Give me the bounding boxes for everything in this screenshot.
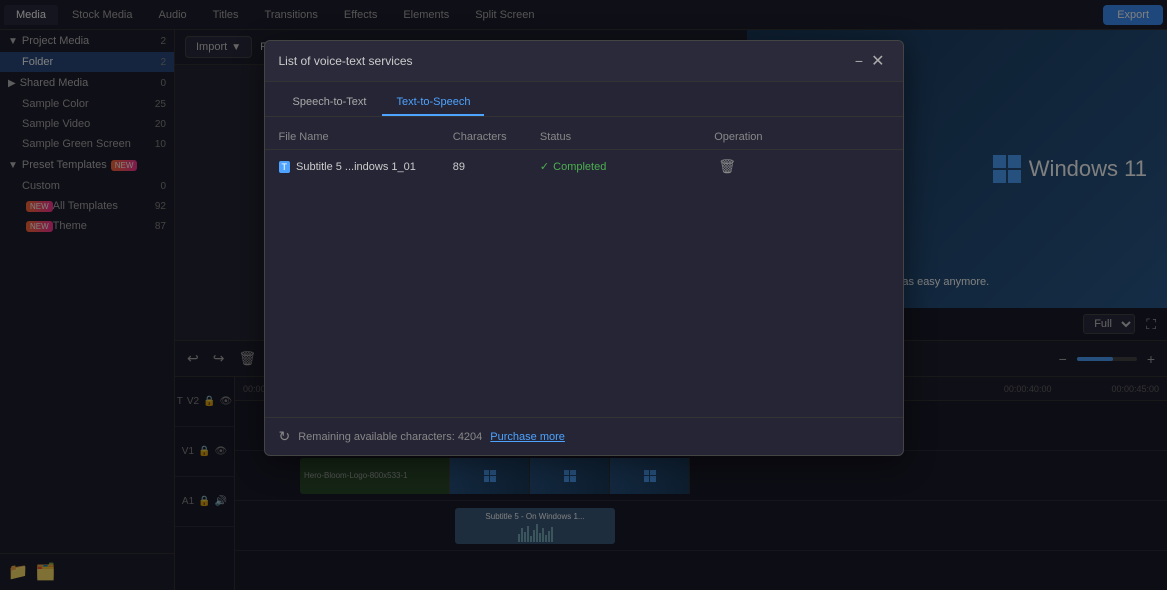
dialog-content: File Name Characters Status Operation T …	[265, 117, 903, 417]
table-header: File Name Characters Status Operation	[265, 125, 903, 150]
voice-text-dialog: List of voice-text services − ✕ Speech-t…	[264, 40, 904, 456]
file-type-icon: T	[279, 161, 291, 173]
col-filename: File Name	[279, 131, 453, 143]
characters-cell: 89	[453, 161, 540, 173]
dialog-footer: ↻ Remaining available characters: 4204 P…	[265, 417, 903, 455]
dialog-close-button[interactable]: ✕	[867, 51, 888, 71]
dialog-title: List of voice-text services	[279, 54, 851, 68]
col-status: Status	[540, 131, 714, 143]
purchase-more-link[interactable]: Purchase more	[490, 431, 565, 443]
status-text: Completed	[553, 161, 606, 173]
dialog-header: List of voice-text services − ✕	[265, 41, 903, 82]
dialog-overlay: List of voice-text services − ✕ Speech-t…	[0, 0, 1167, 590]
remaining-label: Remaining available characters: 4204	[298, 431, 482, 443]
tab-speech-to-text[interactable]: Speech-to-Text	[279, 90, 381, 116]
dialog-tabs: Speech-to-Text Text-to-Speech	[265, 82, 903, 117]
table-row: T Subtitle 5 ...indows 1_01 89 ✓ Complet…	[265, 150, 903, 183]
delete-row-button[interactable]: 🗑	[714, 158, 740, 175]
file-name-cell: T Subtitle 5 ...indows 1_01	[279, 161, 453, 173]
status-cell: ✓ Completed	[540, 160, 714, 173]
file-name-text: Subtitle 5 ...indows 1_01	[296, 161, 416, 173]
col-operation: Operation	[714, 131, 888, 143]
operation-cell: 🗑	[714, 158, 888, 175]
tab-text-to-speech[interactable]: Text-to-Speech	[382, 90, 484, 116]
checkmark-icon: ✓	[540, 160, 549, 173]
refresh-icon[interactable]: ↻	[279, 428, 291, 445]
dialog-minimize-button[interactable]: −	[851, 53, 867, 69]
col-characters: Characters	[453, 131, 540, 143]
